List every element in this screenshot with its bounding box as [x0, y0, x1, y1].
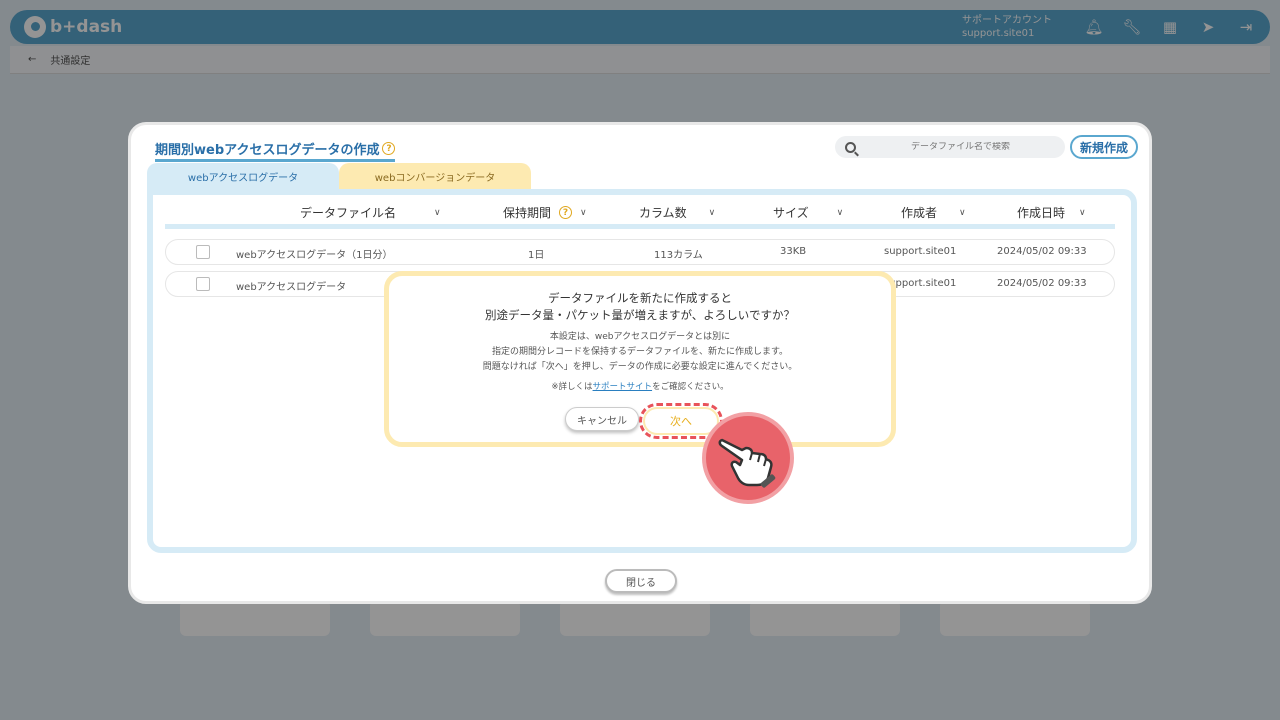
confirm-title: データファイルを新たに作成すると 別途データ量・パケット量が増えますが、よろしい…: [389, 290, 891, 324]
note-prefix: ※詳しくは: [551, 382, 593, 392]
hand-graphic: [718, 438, 776, 488]
confirm-body-line: 本設定は、webアクセスログデータとは別に: [549, 332, 731, 342]
confirm-dialog: データファイルを新たに作成すると 別途データ量・パケット量が増えますが、よろしい…: [384, 271, 896, 447]
confirm-title-line: データファイルを新たに作成すると: [548, 291, 732, 305]
cancel-button[interactable]: キャンセル: [565, 407, 639, 431]
pointing-hand-icon: [702, 412, 794, 504]
confirm-note: ※詳しくはサポートサイトをご確認ください。: [389, 380, 891, 392]
next-button[interactable]: 次へ: [639, 403, 723, 439]
confirm-title-line: 別途データ量・パケット量が増えますが、よろしいですか？: [485, 308, 795, 322]
confirm-body-line: 指定の期間分レコードを保持するデータファイルを、新たに作成します。: [491, 347, 789, 357]
support-site-link[interactable]: サポートサイト: [593, 382, 653, 392]
note-suffix: をご確認ください。: [652, 382, 729, 392]
confirm-body-line: 問題なければ「次へ」を押し、データの作成に必要な設定に進んでください。: [482, 362, 798, 372]
confirm-body: 本設定は、webアクセスログデータとは別に 指定の期間分レコードを保持するデータ…: [389, 330, 891, 375]
